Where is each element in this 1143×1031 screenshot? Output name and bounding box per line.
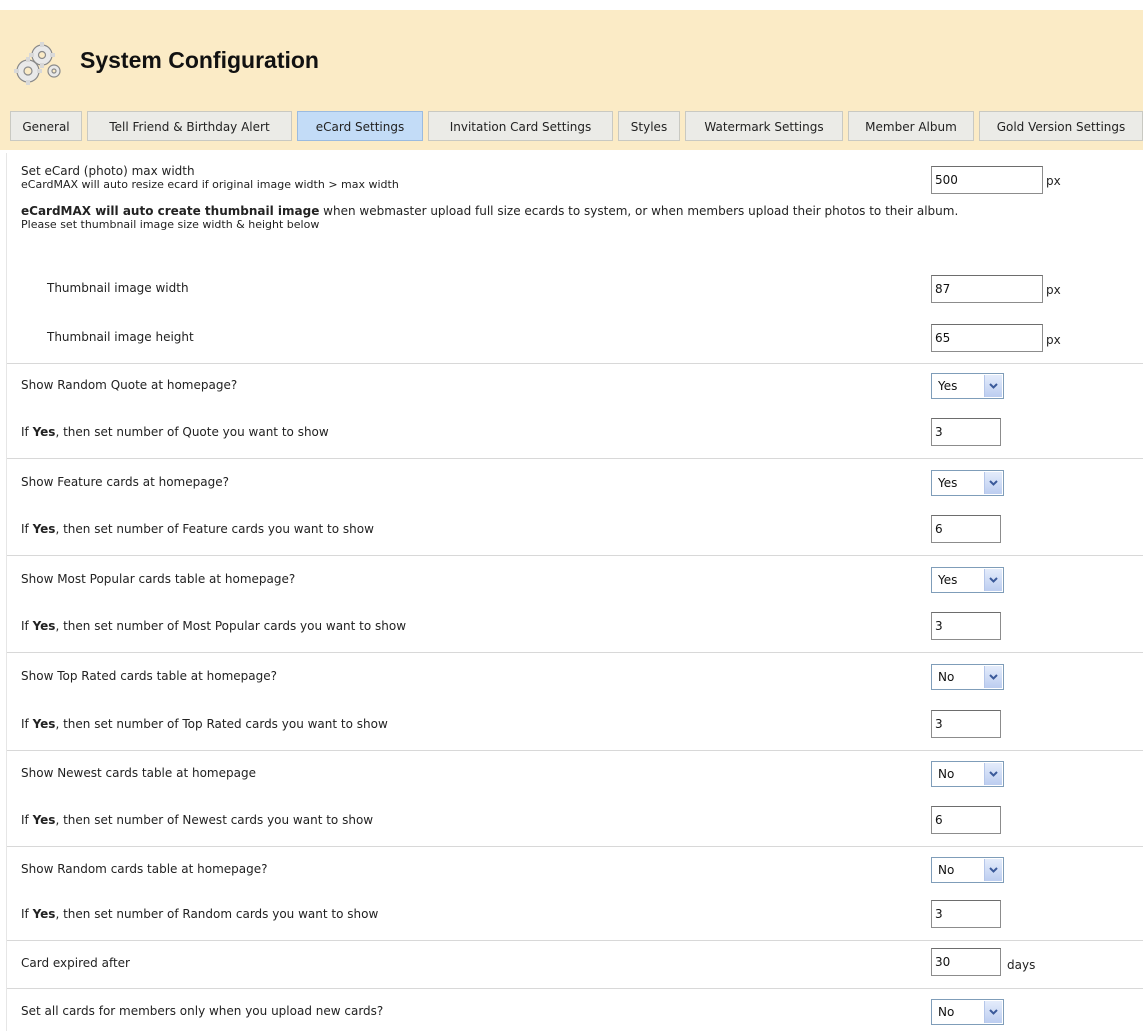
- popular-cards-count-input[interactable]: [931, 612, 1001, 640]
- tab-invitation-card-settings[interactable]: Invitation Card Settings: [428, 111, 613, 141]
- max-width-unit: px: [1046, 174, 1061, 188]
- settings-panel: Set eCard (photo) max width eCardMAX wil…: [6, 153, 1143, 1031]
- if-prefix: If: [21, 425, 33, 439]
- feature-cards-count-text: , then set number of Feature cards you w…: [55, 522, 374, 536]
- members-only-label: Set all cards for members only when you …: [21, 1004, 384, 1018]
- max-width-input[interactable]: [931, 166, 1043, 194]
- feature-cards-count-label: If Yes, then set number of Feature cards…: [21, 522, 374, 536]
- members-only-select[interactable]: No: [931, 999, 1004, 1025]
- if-prefix: If: [21, 907, 33, 921]
- feature-cards-count-input[interactable]: [931, 515, 1001, 543]
- popular-cards-question: Show Most Popular cards table at homepag…: [21, 572, 296, 586]
- popular-cards-select-value: Yes: [938, 573, 958, 587]
- random-cards-count-input[interactable]: [931, 900, 1001, 928]
- yes-word: Yes: [32, 619, 56, 633]
- chevron-down-icon[interactable]: [984, 375, 1002, 397]
- random-quote-count-text: , then set number of Quote you want to s…: [55, 425, 329, 439]
- newest-cards-count-text: , then set number of Newest cards you wa…: [55, 813, 374, 827]
- yes-word: Yes: [32, 425, 56, 439]
- popular-cards-select[interactable]: Yes: [931, 567, 1004, 593]
- thumbnail-height-unit: px: [1046, 333, 1061, 347]
- gears-icon: [14, 42, 61, 85]
- chevron-down-icon[interactable]: [984, 666, 1002, 688]
- yes-word: Yes: [32, 907, 56, 921]
- tab-member-album[interactable]: Member Album: [848, 111, 974, 141]
- random-cards-count-text: , then set number of Random cards you wa…: [55, 907, 379, 921]
- toprated-cards-select-value: No: [938, 670, 955, 684]
- random-cards-select-value: No: [938, 863, 955, 877]
- popular-cards-count-text: , then set number of Most Popular cards …: [55, 619, 407, 633]
- toprated-cards-question: Show Top Rated cards table at homepage?: [21, 669, 278, 683]
- feature-cards-select[interactable]: Yes: [931, 470, 1004, 496]
- tab-bar: General Tell Friend & Birthday Alert eCa…: [0, 106, 1143, 150]
- page-title: System Configuration: [80, 47, 319, 73]
- if-prefix: If: [21, 522, 33, 536]
- random-quote-select-value: Yes: [938, 379, 958, 393]
- thumbnail-info-line2: Please set thumbnail image size width & …: [21, 218, 320, 231]
- divider: [7, 940, 1143, 941]
- yes-word: Yes: [32, 717, 56, 731]
- random-cards-question: Show Random cards table at homepage?: [21, 862, 268, 876]
- thumbnail-info-bold: eCardMAX will auto create thumbnail imag…: [21, 204, 320, 218]
- page-header: System Configuration: [0, 10, 1143, 106]
- chevron-down-icon[interactable]: [984, 763, 1002, 785]
- thumbnail-info: eCardMAX will auto create thumbnail imag…: [21, 204, 958, 218]
- newest-cards-count-input[interactable]: [931, 806, 1001, 834]
- feature-cards-select-value: Yes: [938, 476, 958, 490]
- divider: [7, 458, 1143, 459]
- random-quote-count-input[interactable]: [931, 418, 1001, 446]
- thumbnail-height-label: Thumbnail image height: [47, 330, 194, 344]
- feature-cards-question: Show Feature cards at homepage?: [21, 475, 229, 489]
- divider: [7, 652, 1143, 653]
- random-cards-count-label: If Yes, then set number of Random cards …: [21, 907, 378, 921]
- random-quote-question: Show Random Quote at homepage?: [21, 378, 238, 392]
- chevron-down-icon[interactable]: [984, 859, 1002, 881]
- divider: [7, 988, 1143, 989]
- chevron-down-icon[interactable]: [984, 1001, 1002, 1023]
- toprated-cards-count-text: , then set number of Top Rated cards you…: [55, 717, 388, 731]
- thumbnail-width-label: Thumbnail image width: [47, 281, 189, 295]
- if-prefix: If: [21, 813, 33, 827]
- tab-gold-version-settings[interactable]: Gold Version Settings: [979, 111, 1143, 141]
- divider: [7, 555, 1143, 556]
- if-prefix: If: [21, 619, 33, 633]
- random-cards-select[interactable]: No: [931, 857, 1004, 883]
- divider: [7, 846, 1143, 847]
- thumbnail-width-input[interactable]: [931, 275, 1043, 303]
- toprated-cards-select[interactable]: No: [931, 664, 1004, 690]
- tab-tell-friend-birthday-alert[interactable]: Tell Friend & Birthday Alert: [87, 111, 292, 141]
- thumbnail-width-unit: px: [1046, 283, 1061, 297]
- divider: [7, 363, 1143, 364]
- tab-watermark-settings[interactable]: Watermark Settings: [685, 111, 843, 141]
- max-width-title: Set eCard (photo) max width: [21, 164, 195, 178]
- yes-word: Yes: [32, 813, 56, 827]
- chevron-down-icon[interactable]: [984, 472, 1002, 494]
- newest-cards-count-label: If Yes, then set number of Newest cards …: [21, 813, 373, 827]
- toprated-cards-count-input[interactable]: [931, 710, 1001, 738]
- thumbnail-info-rest: when webmaster upload full size ecards t…: [319, 204, 959, 218]
- members-only-select-value: No: [938, 1005, 955, 1019]
- if-prefix: If: [21, 717, 33, 731]
- tab-ecard-settings[interactable]: eCard Settings: [297, 111, 423, 141]
- newest-cards-select-value: No: [938, 767, 955, 781]
- toprated-cards-count-label: If Yes, then set number of Top Rated car…: [21, 717, 388, 731]
- tab-styles[interactable]: Styles: [618, 111, 680, 141]
- chevron-down-icon[interactable]: [984, 569, 1002, 591]
- yes-word: Yes: [32, 522, 56, 536]
- popular-cards-count-label: If Yes, then set number of Most Popular …: [21, 619, 406, 633]
- random-quote-count-label: If Yes, then set number of Quote you wan…: [21, 425, 329, 439]
- random-quote-select[interactable]: Yes: [931, 373, 1004, 399]
- newest-cards-select[interactable]: No: [931, 761, 1004, 787]
- card-expired-label: Card expired after: [21, 956, 130, 970]
- tab-general[interactable]: General: [10, 111, 82, 141]
- newest-cards-question: Show Newest cards table at homepage: [21, 766, 256, 780]
- max-width-desc: eCardMAX will auto resize ecard if origi…: [21, 178, 399, 191]
- card-expired-input[interactable]: [931, 948, 1001, 976]
- thumbnail-height-input[interactable]: [931, 324, 1043, 352]
- card-expired-unit: days: [1007, 958, 1036, 972]
- divider: [7, 750, 1143, 751]
